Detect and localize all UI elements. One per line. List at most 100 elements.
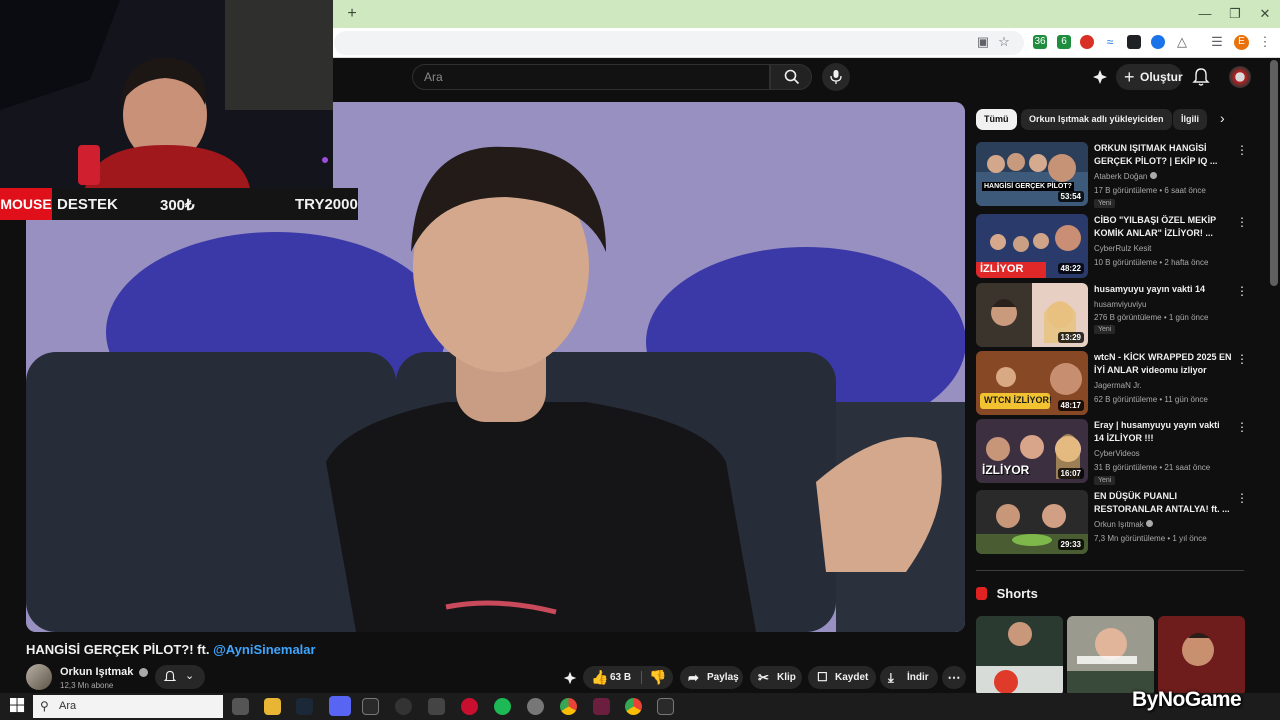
media-icon[interactable]: ☰ xyxy=(1210,35,1224,49)
recommendation-title[interactable]: Eray | husamyuyu yayın vakti 14 İZLİYOR … xyxy=(1094,419,1232,445)
like-icon[interactable]: 👍 xyxy=(591,666,608,689)
recommendation-item[interactable]: 13:29 husamyuyu yayın vakti 14 husamviyu… xyxy=(976,283,1248,347)
close-window-button[interactable]: ✕ xyxy=(1250,4,1280,24)
more-options-icon[interactable]: ⋮ xyxy=(1236,285,1248,297)
chevron-right-icon[interactable]: › xyxy=(1220,110,1225,126)
recommendation-item[interactable]: İZLİYOR 16:07 Eray | husamyuyu yayın vak… xyxy=(976,419,1248,485)
search-button[interactable] xyxy=(770,64,812,90)
extension-icon[interactable]: 6 xyxy=(1057,35,1071,49)
short-thumbnail[interactable] xyxy=(1158,616,1245,696)
notifications-bell-icon[interactable] xyxy=(1192,67,1210,87)
account-avatar[interactable] xyxy=(1229,66,1251,88)
dislike-icon[interactable]: 👎 xyxy=(649,666,666,689)
create-button[interactable]: + Oluştur xyxy=(1116,64,1183,90)
recommendation-channel[interactable]: CyberRulz Kesit xyxy=(1094,244,1151,253)
restore-button[interactable]: ❐ xyxy=(1220,4,1250,24)
sparkle-icon[interactable] xyxy=(1091,68,1109,86)
app-icon[interactable] xyxy=(395,698,412,715)
more-options-icon[interactable]: ⋮ xyxy=(1236,216,1248,228)
box-icon[interactable] xyxy=(1127,35,1141,49)
new-tab-button[interactable]: + xyxy=(342,4,362,24)
recommendation-channel[interactable]: JagermaN Jr. xyxy=(1094,381,1142,390)
puzzle-icon[interactable]: △ xyxy=(1175,35,1189,49)
spotify-icon[interactable] xyxy=(494,698,511,715)
minimize-button[interactable]: — xyxy=(1190,4,1220,24)
chip-related[interactable]: İlgili xyxy=(1173,109,1207,130)
recommendation-thumbnail[interactable]: HANGİSİ GERÇEK PİLOT? 53:54 xyxy=(976,142,1088,206)
app-icon[interactable] xyxy=(593,698,610,715)
taskbar-search-input[interactable]: ⚲ Ara xyxy=(33,695,223,718)
voice-search-button[interactable] xyxy=(822,63,850,91)
cast-icon[interactable]: ▣ xyxy=(976,35,990,49)
recommendation-thumbnail[interactable]: İZLİYOR 48:22 xyxy=(976,214,1088,278)
thumbnail-text: İZLİYOR xyxy=(980,263,1024,275)
video-title: HANGİSİ GERÇEK PİLOT?! ft. @AyniSinemala… xyxy=(26,642,316,657)
chrome-icon[interactable] xyxy=(560,698,577,715)
recommendation-title[interactable]: EN DÜŞÜK PUANLI RESTORANLAR ANTALYA! ft.… xyxy=(1094,490,1232,516)
like-divider xyxy=(641,671,642,684)
search-input[interactable]: Ara xyxy=(412,64,770,90)
opera-icon[interactable] xyxy=(461,698,478,715)
video-duration: 13:29 xyxy=(1057,332,1084,343)
video-duration: 29:33 xyxy=(1057,539,1084,550)
channel-name[interactable]: Orkun Işıtmak xyxy=(60,666,149,678)
recommendation-thumbnail[interactable]: WTCN İZLİYOR! 48:17 xyxy=(976,351,1088,415)
record-icon[interactable] xyxy=(1080,35,1094,49)
recommendation-item[interactable]: 29:33 EN DÜŞÜK PUANLI RESTORANLAR ANTALY… xyxy=(976,490,1248,554)
clip-button[interactable]: ✂ Klip xyxy=(750,666,802,689)
like-count[interactable]: 63 B xyxy=(610,666,631,689)
recommendation-item[interactable]: HANGİSİ GERÇEK PİLOT? 53:54 ORKUN IŞITMA… xyxy=(976,142,1248,208)
task-view-icon[interactable] xyxy=(232,698,249,715)
recommendation-title[interactable]: husamyuyu yayın vakti 14 xyxy=(1094,283,1232,296)
vpn-icon[interactable] xyxy=(1151,35,1165,49)
more-options-icon[interactable]: ⋮ xyxy=(1236,353,1248,365)
recommendation-thumbnail[interactable]: İZLİYOR 16:07 xyxy=(976,419,1088,483)
save-button[interactable]: ☐ Kaydet xyxy=(808,666,876,689)
subscribed-notification-button[interactable]: ⌄ xyxy=(155,665,205,689)
discord-icon[interactable] xyxy=(329,696,351,716)
more-options-icon[interactable]: ⋮ xyxy=(1236,144,1248,156)
omnibox[interactable] xyxy=(334,31,1024,55)
recommendation-channel[interactable]: husamviyuviyu xyxy=(1094,300,1146,309)
short-thumbnail[interactable] xyxy=(976,616,1063,696)
recommendation-title[interactable]: CİBO "YILBAŞI ÖZEL MEKİP KOMİK ANLAR" İZ… xyxy=(1094,214,1232,240)
extension-icon[interactable]: 36 xyxy=(1033,35,1047,49)
chrome-icon[interactable] xyxy=(625,698,642,715)
epic-games-icon[interactable] xyxy=(362,698,379,715)
video-title-mention[interactable]: @AyniSinemalar xyxy=(213,642,316,657)
recommendation-channel[interactable]: CyberVideos xyxy=(1094,449,1140,458)
channel-avatar[interactable] xyxy=(26,664,52,690)
wave-icon[interactable]: ≈ xyxy=(1103,35,1117,49)
windows-start-icon[interactable] xyxy=(10,698,27,715)
recommendation-channel[interactable]: Ataberk Doğan xyxy=(1094,172,1157,181)
recommendation-title[interactable]: ORKUN IŞITMAK HANGİSİ GERÇEK PİLOT? | EK… xyxy=(1094,142,1232,168)
recommendation-thumbnail[interactable]: 13:29 xyxy=(976,283,1088,347)
browser-menu-icon[interactable]: ⋮ xyxy=(1258,35,1272,49)
page-scrollbar[interactable] xyxy=(1270,60,1278,286)
download-button[interactable]: ⤓ İndir xyxy=(880,666,938,689)
recommendation-item[interactable]: WTCN İZLİYOR! 48:17 wtcN - KİCK WRAPPED … xyxy=(976,351,1248,415)
file-explorer-icon[interactable] xyxy=(264,698,281,715)
more-options-icon[interactable]: ⋮ xyxy=(1236,492,1248,504)
recommendation-thumbnail[interactable]: 29:33 xyxy=(976,490,1088,554)
short-thumbnail[interactable] xyxy=(1067,616,1154,696)
more-options-icon[interactable]: ⋮ xyxy=(1236,421,1248,433)
epic-games-icon[interactable] xyxy=(657,698,674,715)
recommendation-channel[interactable]: Orkun Işıtmak xyxy=(1094,520,1154,529)
plus-icon: + xyxy=(1124,67,1135,87)
recommendation-title[interactable]: wtcN - KİCK WRAPPED 2025 EN İYİ ANLAR vi… xyxy=(1094,351,1232,377)
recommendation-item[interactable]: İZLİYOR 48:22 CİBO "YILBAŞI ÖZEL MEKİP K… xyxy=(976,214,1248,278)
settings-icon[interactable] xyxy=(527,698,544,715)
chip-all[interactable]: Tümü xyxy=(976,109,1017,130)
app-icon[interactable] xyxy=(428,698,445,715)
new-badge: Yeni xyxy=(1094,476,1116,485)
more-actions-button[interactable]: ⋯ xyxy=(942,666,966,689)
chip-from-uploader[interactable]: Orkun Işıtmak adlı yükleyiciden xyxy=(1021,109,1172,130)
share-button[interactable]: ➦ Paylaş xyxy=(680,666,743,689)
save-label: Kaydet xyxy=(835,672,869,683)
steam-icon[interactable] xyxy=(296,698,313,715)
download-label: İndir xyxy=(907,672,929,683)
sparkle-icon[interactable] xyxy=(562,670,578,686)
bookmark-star-icon[interactable]: ☆ xyxy=(997,35,1011,49)
profile-avatar[interactable]: E xyxy=(1234,35,1249,50)
